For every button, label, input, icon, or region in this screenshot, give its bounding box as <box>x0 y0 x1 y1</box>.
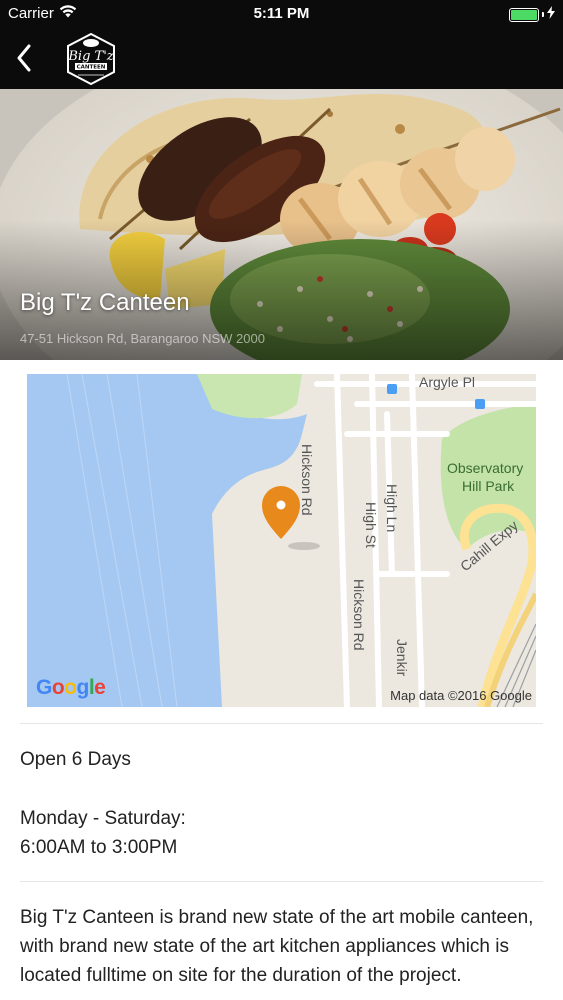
divider <box>20 723 543 724</box>
map-label-jenkins: Jenkir <box>394 639 410 677</box>
map-label-argyle-pl: Argyle Pl <box>419 374 476 390</box>
venue-description: Big T'z Canteen is brand new state of th… <box>20 907 534 986</box>
brand-logo: Big T'z CANTEEN <box>64 32 118 86</box>
chevron-left-icon <box>17 44 31 72</box>
divider <box>20 881 543 882</box>
location-map[interactable]: Argyle Pl Hickson Rd High Ln High St Obs… <box>27 374 536 707</box>
status-time: 5:11 PM <box>253 5 310 22</box>
google-logo[interactable]: Google <box>36 676 106 700</box>
map-label-hill-park: Hill Park <box>462 478 515 494</box>
hours-label: Monday - Saturday: <box>20 808 186 829</box>
map-label-observatory: Observatory <box>447 460 524 476</box>
map-label-high-ln: High Ln <box>384 484 400 533</box>
map-label-high-st: High St <box>363 502 379 548</box>
navigation-bar: Big T'z CANTEEN <box>0 28 563 89</box>
map-label-hickson-rd-bottom: Hickson Rd <box>351 579 367 651</box>
hero-image: Big T'z Canteen 47-51 Hickson Rd, Barang… <box>0 89 563 360</box>
logo-subtitle: CANTEEN <box>77 65 106 71</box>
map-label-hickson-rd-top: Hickson Rd <box>299 444 315 516</box>
battery-indicator <box>509 6 555 23</box>
venue-name: Big T'z Canteen <box>20 289 190 316</box>
charging-icon <box>547 6 555 23</box>
status-bar: Carrier 5:11 PM <box>0 0 563 28</box>
hours-value: 6:00AM to 3:00PM <box>20 837 178 858</box>
map-credit[interactable]: Map data ©2016 Google <box>390 688 532 703</box>
battery-icon <box>509 7 539 22</box>
venue-address: 47-51 Hickson Rd, Barangaroo NSW 2000 <box>20 331 265 346</box>
map-canvas <box>27 374 536 707</box>
open-days-text: Open 6 Days <box>20 749 131 770</box>
logo-title: Big T'z <box>67 49 113 64</box>
back-button[interactable] <box>4 36 44 80</box>
